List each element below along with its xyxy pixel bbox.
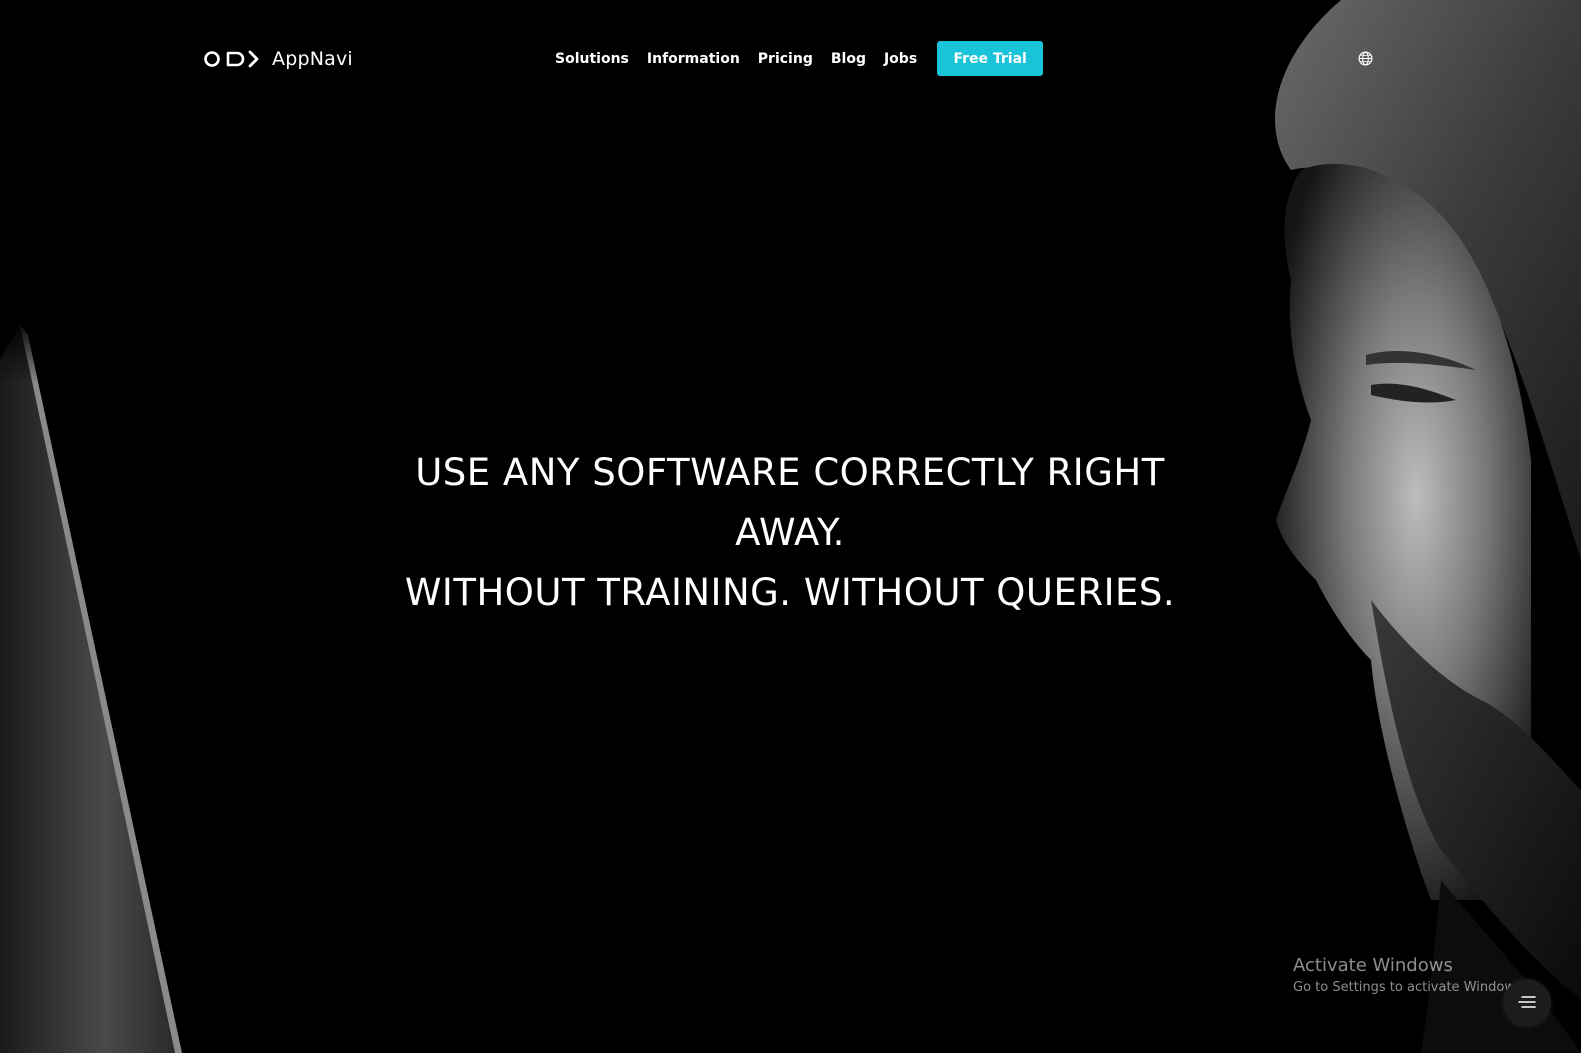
logo-mark-icon	[204, 49, 262, 69]
floating-menu-button[interactable]	[1503, 979, 1551, 1027]
nav-item-pricing[interactable]: Pricing	[758, 51, 813, 67]
nav-item-jobs[interactable]: Jobs	[884, 51, 917, 67]
hooded-person-image	[1275, 0, 1581, 1053]
watermark-title: Activate Windows	[1293, 955, 1453, 976]
activate-windows-watermark: Activate Windows Go to Settings to activ…	[1293, 954, 1526, 998]
menu-lines-icon	[1518, 994, 1536, 1013]
monitor-edge-image	[0, 325, 200, 1053]
hero-line-1: USE ANY SOFTWARE CORRECTLY RIGHT	[415, 450, 1165, 494]
hero-line-3: WITHOUT TRAINING. WITHOUT QUERIES.	[404, 570, 1176, 614]
nav-item-blog[interactable]: Blog	[831, 51, 866, 67]
nav-item-solutions[interactable]: Solutions	[555, 51, 629, 67]
globe-icon[interactable]	[1358, 51, 1373, 66]
main-nav: Solutions Information Pricing Blog Jobs …	[555, 41, 1044, 76]
logo[interactable]: AppNavi	[204, 44, 353, 74]
page: AppNavi Solutions Information Pricing Bl…	[0, 0, 1581, 1053]
logo-text: AppNavi	[272, 48, 353, 70]
site-header: AppNavi Solutions Information Pricing Bl…	[0, 0, 1581, 120]
free-trial-button[interactable]: Free Trial	[937, 41, 1044, 76]
watermark-subtitle: Go to Settings to activate Windows.	[1293, 980, 1526, 995]
nav-item-information[interactable]: Information	[647, 51, 740, 67]
hero-line-2: AWAY.	[735, 510, 845, 554]
hero-headline: USE ANY SOFTWARE CORRECTLY RIGHT AWAY. W…	[340, 443, 1240, 623]
